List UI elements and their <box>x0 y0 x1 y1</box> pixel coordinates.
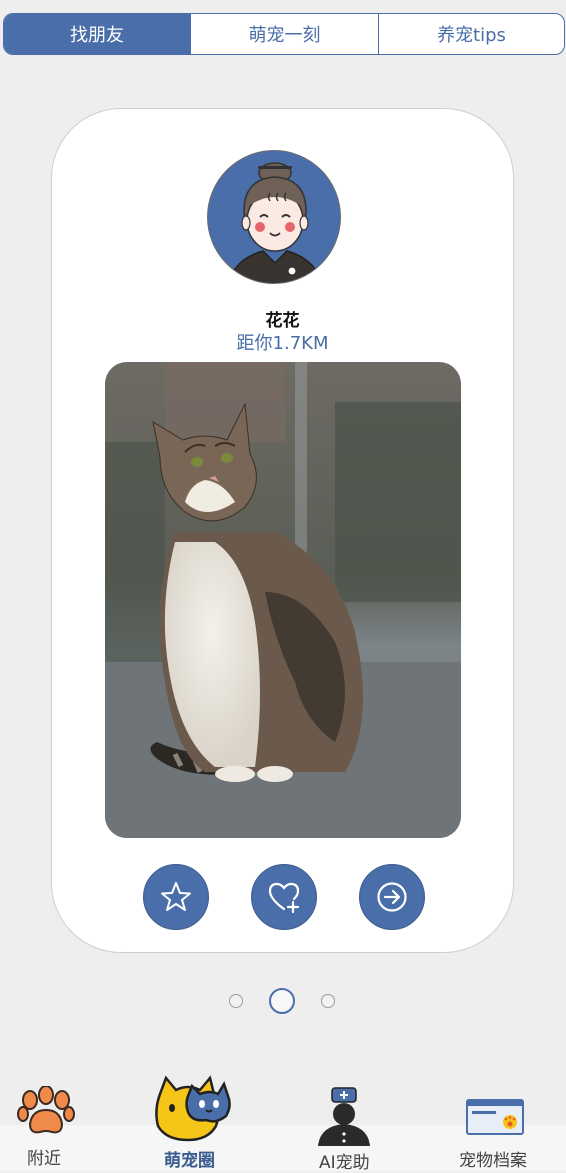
paw-icon <box>17 1086 75 1134</box>
next-button[interactable] <box>359 864 425 930</box>
heart-plus-icon <box>268 882 300 914</box>
nav-item-nearby[interactable]: 附近 <box>14 1086 78 1169</box>
profile-distance: 距你1.7KM <box>236 333 329 354</box>
nav-label-nearby: 附近 <box>27 1149 61 1169</box>
tab-find-friends[interactable]: 找朋友 <box>4 14 191 54</box>
pet-photo[interactable] <box>105 362 461 838</box>
avatar[interactable] <box>207 150 341 284</box>
cat-photo-image <box>105 362 461 838</box>
nav-item-ai-assistant[interactable]: AI宠助 <box>312 1086 382 1173</box>
action-buttons <box>52 864 513 932</box>
nav-label-pet-circle: 萌宠圈 <box>164 1151 215 1171</box>
top-tab-bar: 找朋友 萌宠一刻 养宠tips <box>3 13 565 55</box>
page-dot-2-active[interactable] <box>269 988 295 1014</box>
page-dot-3[interactable] <box>321 994 335 1008</box>
nav-label-pet-profile: 宠物档案 <box>459 1151 527 1171</box>
like-add-button[interactable] <box>251 864 317 930</box>
favorite-button[interactable] <box>143 864 209 930</box>
star-icon <box>161 882 191 911</box>
vet-doctor-icon <box>318 1087 370 1146</box>
nav-item-pet-profile[interactable]: 宠物档案 <box>456 1098 538 1171</box>
tab-pet-tips[interactable]: 养宠tips <box>379 14 564 54</box>
page-dot-1[interactable] <box>229 994 243 1008</box>
profile-card[interactable]: 花花 距你1.7KM <box>51 108 514 953</box>
nav-label-ai-assistant: AI宠助 <box>319 1153 370 1173</box>
arrow-right-circle-icon <box>377 882 407 912</box>
avatar-girl-icon <box>227 162 323 283</box>
cat-dog-icon <box>155 1075 231 1142</box>
tab-pet-moments[interactable]: 萌宠一刻 <box>191 14 379 54</box>
profile-name: 花花 <box>265 311 300 331</box>
pet-id-card-icon <box>466 1099 524 1135</box>
nav-item-pet-circle[interactable]: 萌宠圈 <box>150 1074 234 1171</box>
